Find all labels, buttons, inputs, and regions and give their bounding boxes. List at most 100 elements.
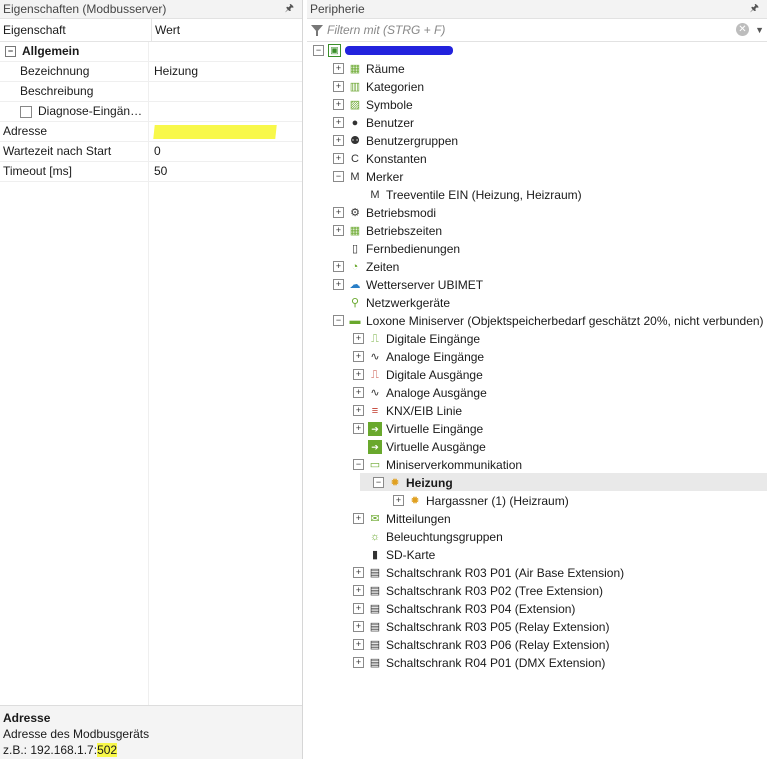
property-row-diagnose[interactable]: Diagnose-Eingän… [0, 102, 302, 122]
column-header-property[interactable]: Eigenschaft [0, 19, 152, 41]
property-row-bezeichnung[interactable]: Bezeichnung Heizung [0, 62, 302, 82]
tree-node[interactable]: + ▤ Schaltschrank R03 P06 (Relay Extension… [353, 635, 609, 653]
expand-icon[interactable]: + [353, 603, 364, 615]
expand-icon[interactable]: + [353, 585, 364, 597]
filter-dropdown-icon[interactable]: ▼ [755, 19, 764, 41]
column-header-value[interactable]: Wert [152, 19, 180, 41]
expand-icon[interactable]: + [353, 333, 364, 345]
tree-node[interactable]: + ∿ Analoge Eingänge [353, 347, 484, 365]
property-value-wartezeit[interactable]: 0 [149, 142, 161, 161]
expand-icon[interactable]: + [353, 567, 364, 579]
expand-icon[interactable]: + [353, 639, 364, 651]
expand-icon[interactable]: + [333, 135, 344, 147]
property-value-timeout[interactable]: 50 [149, 162, 167, 181]
tree-node[interactable]: + ▤ Schaltschrank R03 P05 (Relay Extension… [353, 617, 609, 635]
property-row-adresse[interactable]: Adresse [0, 122, 302, 142]
tree-node[interactable]: − ▣ [313, 41, 453, 59]
property-row-beschreibung[interactable]: Beschreibung [0, 82, 302, 102]
group-allgemein[interactable]: − Allgemein [0, 42, 302, 62]
expand-icon[interactable]: + [353, 513, 364, 525]
clear-filter-icon[interactable]: ✕ [736, 23, 749, 36]
tree-node-label: Analoge Ausgänge [386, 385, 487, 400]
property-value-beschreibung[interactable] [149, 82, 154, 101]
tree-node[interactable]: + ≡ KNX/EIB Linie [353, 401, 462, 419]
filter-bar[interactable]: Filtern mit (STRG + F) ✕ ▼ [307, 19, 767, 42]
user-icon: ● [351, 116, 359, 129]
collapse-icon[interactable]: − [353, 459, 364, 471]
expand-icon[interactable]: + [393, 495, 404, 507]
expand-icon[interactable]: + [353, 405, 364, 417]
property-row-wartezeit[interactable]: Wartezeit nach Start 0 [0, 142, 302, 162]
property-value-diagnose[interactable] [149, 102, 154, 121]
expand-icon[interactable]: + [333, 81, 344, 93]
tree-node[interactable]: ☼ Beleuchtungsgruppen [353, 527, 503, 545]
tree-spacer [333, 297, 344, 309]
property-value-bezeichnung[interactable]: Heizung [149, 62, 198, 81]
tree-node-label: Mitteilungen [386, 511, 451, 526]
expand-icon[interactable]: + [353, 423, 364, 435]
knx-icon: ≡ [371, 404, 379, 417]
expand-icon[interactable]: + [333, 117, 344, 129]
filter-input[interactable]: Filtern mit (STRG + F) [327, 19, 445, 41]
collapse-icon[interactable]: − [5, 46, 16, 58]
tree-node-label: Schaltschrank R03 P04 (Extension) [386, 601, 576, 616]
tree-node[interactable]: − ▬ Loxone Miniserver (Objektspeicherbedar… [333, 311, 764, 329]
tree-node[interactable]: + ▦ Räume [333, 59, 405, 77]
tree-node[interactable]: + ▤ Schaltschrank R03 P02 (Tree Extension) [353, 581, 603, 599]
property-row-timeout[interactable]: Timeout [ms] 50 [0, 162, 302, 182]
tree-node[interactable]: + ● Benutzer [333, 113, 414, 131]
tree-node-label: Netzwerkgeräte [366, 295, 451, 310]
tree-node-label: Konstanten [366, 151, 427, 166]
tree-node[interactable]: ➔ Virtuelle Ausgänge [353, 437, 486, 455]
expand-icon[interactable]: + [353, 387, 364, 399]
tree-node[interactable]: + ▤ Schaltschrank R03 P01 (Air Base Extens… [353, 563, 624, 581]
property-value-adresse[interactable] [149, 122, 277, 141]
expand-icon[interactable]: + [333, 153, 344, 165]
expand-icon[interactable]: + [333, 63, 344, 75]
pin-icon[interactable]: 🖈 [750, 0, 759, 18]
diagnose-checkbox[interactable] [20, 105, 32, 118]
tree-node[interactable]: + ☁ Wetterserver UBIMET [333, 275, 483, 293]
tree-node-label: Treeventile EIN (Heizung, Heizraum) [386, 187, 582, 202]
expand-icon[interactable]: + [333, 279, 344, 291]
tree-node[interactable]: + ⎍ Digitale Ausgänge [353, 365, 483, 383]
collapse-icon[interactable]: − [373, 477, 384, 489]
expand-icon[interactable]: + [333, 99, 344, 111]
collapse-icon[interactable]: − [333, 171, 344, 183]
tree-node[interactable]: ▮ SD-Karte [353, 545, 435, 563]
tree-node[interactable]: + ▤ Schaltschrank R03 P04 (Extension) [353, 599, 575, 617]
group-label: Allgemein [22, 44, 80, 58]
tree-node[interactable]: + ▥ Kategorien [333, 77, 424, 95]
tree-node[interactable]: + ◔ Zeiten [333, 257, 399, 275]
tree-node[interactable]: + ▤ Schaltschrank R04 P01 (DMX Extension) [353, 653, 605, 671]
tree-node[interactable]: − ✹ Heizung [373, 473, 453, 491]
tree-node[interactable]: − M Merker [333, 167, 403, 185]
tree-node[interactable]: + ✉ Mitteilungen [353, 509, 451, 527]
tree-node[interactable]: + ⚙ Betriebsmodi [333, 203, 436, 221]
tree-node[interactable]: + ∿ Analoge Ausgänge [353, 383, 487, 401]
expand-icon[interactable]: + [353, 369, 364, 381]
expand-icon[interactable]: + [333, 225, 344, 237]
tree-node[interactable]: − ▭ Miniserverkommunikation [353, 455, 522, 473]
tree-node[interactable]: ⚲ Netzwerkgeräte [333, 293, 450, 311]
pin-icon[interactable]: 🖈 [285, 0, 294, 18]
expand-icon[interactable]: + [353, 621, 364, 633]
tree-node[interactable]: + ⚉ Benutzergruppen [333, 131, 458, 149]
expand-icon[interactable]: + [353, 657, 364, 669]
tree-node[interactable]: + ➔ Virtuelle Eingänge [353, 419, 483, 437]
expand-icon[interactable]: + [333, 207, 344, 219]
collapse-icon[interactable]: − [333, 315, 344, 327]
redacted-name [345, 46, 453, 56]
tree-node[interactable]: + ⎍ Digitale Eingänge [353, 329, 480, 347]
tree-node[interactable]: M Treeventile EIN (Heizung, Heizraum) [353, 185, 582, 203]
expand-icon[interactable]: + [353, 351, 364, 363]
tree-node[interactable]: + ▦ Betriebszeiten [333, 221, 442, 239]
expand-icon[interactable]: + [333, 261, 344, 273]
collapse-icon[interactable]: − [313, 45, 324, 57]
flag-icon: M [350, 170, 360, 183]
tree-node[interactable]: + ✹ Hargassner (1) (Heizraum) [393, 491, 569, 509]
tree-node[interactable]: + C Konstanten [333, 149, 427, 167]
tree-node[interactable]: ▯ Fernbedienungen [333, 239, 460, 257]
properties-panel-title: Eigenschaften (Modbusserver) 🖈 [0, 0, 302, 19]
tree-node[interactable]: + ▨ Symbole [333, 95, 413, 113]
